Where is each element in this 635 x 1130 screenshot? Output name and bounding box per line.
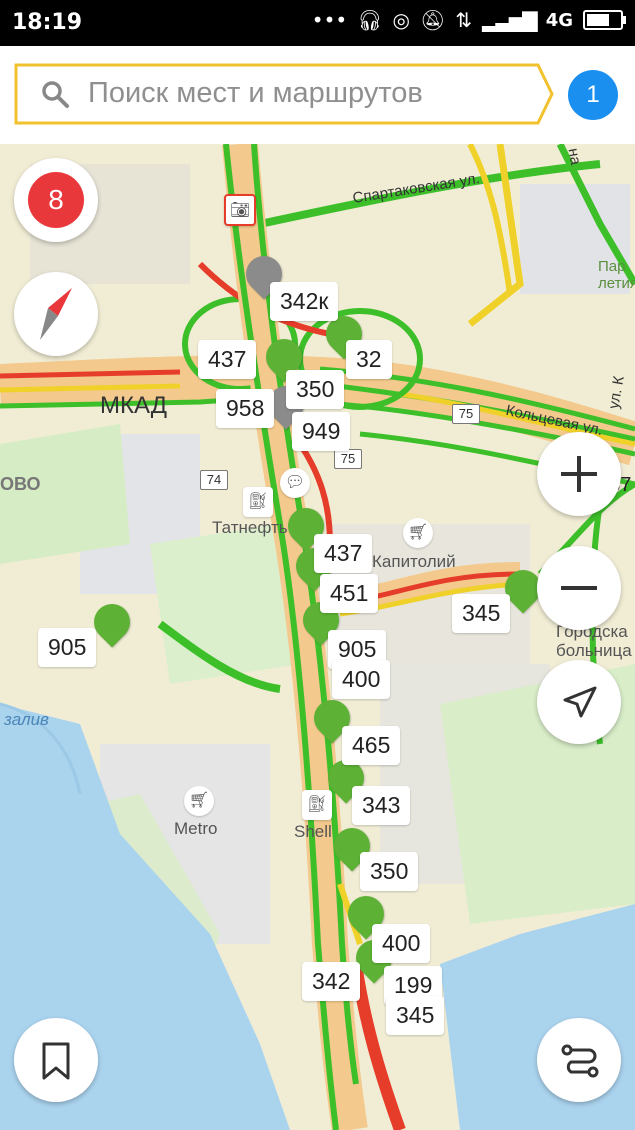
water-label-zaliv: залив xyxy=(4,710,49,729)
bookmark-icon xyxy=(42,1042,70,1080)
minus-icon xyxy=(561,586,597,590)
zoom-in-button[interactable] xyxy=(537,432,621,516)
street-label-mkad: МКАД xyxy=(100,392,168,419)
status-time: 18:19 xyxy=(12,10,83,35)
road-badge-75: 75 xyxy=(452,404,480,424)
route-label[interactable]: 350 xyxy=(286,370,345,409)
location-arrow-icon xyxy=(563,686,597,718)
poi-label-tatneft: Татнефть xyxy=(212,518,288,537)
dots-icon: ••• xyxy=(311,8,348,32)
search-bar[interactable]: Поиск мест и маршрутов xyxy=(14,63,554,125)
shop-cart-icon[interactable]: 🛒︎ xyxy=(403,518,433,548)
mute-icon: 🔕︎ xyxy=(420,8,446,32)
route-label[interactable]: 465 xyxy=(342,726,401,765)
street-label-na: на xyxy=(564,146,585,167)
status-bar: 18:19 ••• 🎧︎ ◎ 🔕︎ ⇅ ▂▃▅▇ 4G xyxy=(0,0,635,46)
road-badge-74: 74 xyxy=(200,470,228,490)
compass-button[interactable] xyxy=(14,272,98,356)
search-icon xyxy=(42,81,69,108)
poi-label-shell: Shell xyxy=(294,822,332,841)
route-label[interactable]: 958 xyxy=(216,389,275,428)
headphones-icon: 🎧︎ xyxy=(357,8,383,32)
status-icons: ••• 🎧︎ ◎ 🔕︎ ⇅ ▂▃▅▇ 4G xyxy=(311,8,626,32)
routes-button[interactable] xyxy=(537,1018,621,1102)
place-label-ovo: ОВО xyxy=(0,474,41,494)
bookmarks-button[interactable] xyxy=(14,1018,98,1102)
route-label[interactable]: 350 xyxy=(360,852,419,891)
route-label[interactable]: 905 xyxy=(38,628,97,667)
route-label[interactable]: 400 xyxy=(332,660,391,699)
route-icon xyxy=(561,1044,599,1078)
park-label: Пар летия xyxy=(598,258,635,292)
route-label[interactable]: 400 xyxy=(372,924,431,963)
poi-label-kapitoliy: Капитолий xyxy=(372,552,456,571)
route-label[interactable]: 451 xyxy=(320,574,379,613)
route-label[interactable]: 437 xyxy=(314,534,373,573)
network-type: 4G xyxy=(545,9,573,31)
road-badge-75: 75 xyxy=(334,449,362,469)
traffic-level-badge: 8 xyxy=(28,172,84,228)
notifications-button[interactable]: 1 xyxy=(568,70,618,120)
my-location-button[interactable] xyxy=(537,660,621,744)
compass-icon xyxy=(40,288,72,340)
battery-icon xyxy=(583,10,626,30)
route-label[interactable]: 343 xyxy=(352,786,411,825)
fuel-station-icon[interactable]: ⛽︎ xyxy=(243,487,273,517)
traffic-button[interactable]: 8 xyxy=(14,158,98,242)
search-placeholder: Поиск мест и маршрутов xyxy=(88,77,423,109)
route-label[interactable]: 342к xyxy=(270,282,339,321)
zoom-out-button[interactable] xyxy=(537,546,621,630)
route-label[interactable]: 345 xyxy=(452,594,511,633)
route-label[interactable]: 949 xyxy=(292,412,351,451)
signal-icon: ▂▃▅▇ xyxy=(482,8,538,32)
shop-cart-icon[interactable]: 🛒︎ xyxy=(184,786,214,816)
chat-icon[interactable]: 💬︎ xyxy=(280,468,310,498)
data-arrows-icon: ⇅ xyxy=(455,8,473,32)
route-label[interactable]: 437 xyxy=(198,340,257,379)
hotspot-icon: ◎ xyxy=(392,8,410,32)
poi-label-metro: Metro xyxy=(174,819,218,838)
route-label[interactable]: 345 xyxy=(386,996,445,1035)
speed-camera-icon[interactable]: 📷︎ xyxy=(224,194,256,226)
route-label[interactable]: 32 xyxy=(346,340,392,379)
plus-icon xyxy=(561,456,597,492)
fuel-station-icon[interactable]: ⛽︎ xyxy=(302,790,332,820)
top-bar: Поиск мест и маршрутов 1 xyxy=(0,46,635,144)
route-label[interactable]: 342 xyxy=(302,962,361,1001)
